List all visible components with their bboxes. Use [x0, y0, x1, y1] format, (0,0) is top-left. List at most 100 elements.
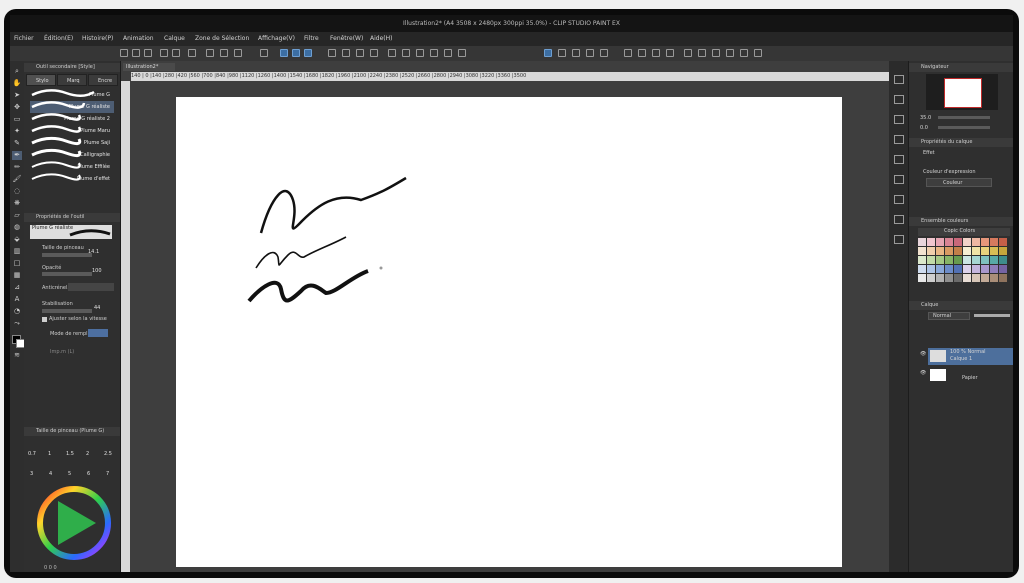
- menu-filtre[interactable]: Filtre: [304, 32, 319, 46]
- grid-icon[interactable]: [458, 49, 466, 57]
- brush-size-option[interactable]: 0.7: [28, 451, 36, 457]
- brush-size-option[interactable]: 2.5: [104, 451, 112, 457]
- canvas-paper[interactable]: [176, 97, 842, 567]
- menu-aide[interactable]: Aide(H): [370, 32, 392, 46]
- color-swatch[interactable]: [927, 238, 935, 246]
- balloon-tool-icon[interactable]: ◔: [12, 307, 22, 316]
- color-swatch[interactable]: [981, 256, 989, 264]
- color-swatch[interactable]: [972, 256, 980, 264]
- color-swatch[interactable]: [990, 247, 998, 255]
- color-swatch[interactable]: [945, 238, 953, 246]
- sub-view-2-icon[interactable]: [894, 195, 904, 204]
- deselect-icon[interactable]: [234, 49, 242, 57]
- layer-property-icon[interactable]: [698, 49, 706, 57]
- material-icon[interactable]: [894, 155, 904, 164]
- redo-icon[interactable]: [172, 49, 180, 57]
- undo-icon[interactable]: [160, 49, 168, 57]
- color-swatch[interactable]: [990, 238, 998, 246]
- color-set-dropdown[interactable]: Copic Colors: [918, 228, 1010, 236]
- blend-tool-icon[interactable]: ◍: [12, 223, 22, 232]
- color-swatch[interactable]: [945, 247, 953, 255]
- pen-icon[interactable]: [356, 49, 364, 57]
- color-swatch[interactable]: [954, 247, 962, 255]
- color-swatch[interactable]: [927, 265, 935, 273]
- brush-size-option[interactable]: 7: [106, 471, 109, 477]
- menu-edition[interactable]: Édition(E): [44, 32, 73, 46]
- color-swatch[interactable]: [999, 247, 1007, 255]
- color-swatch[interactable]: [972, 247, 980, 255]
- color-swatch[interactable]: [918, 238, 926, 246]
- brush-item[interactable]: Plume G: [30, 89, 114, 101]
- line-icon[interactable]: [558, 49, 566, 57]
- menu-fenetre[interactable]: Fenêtre(W): [330, 32, 363, 46]
- material-icon[interactable]: [666, 49, 674, 57]
- operation-tool-icon[interactable]: ➤: [12, 91, 22, 100]
- color-swatch[interactable]: [954, 265, 962, 273]
- color-swatch[interactable]: [990, 265, 998, 273]
- color-swatch[interactable]: [936, 274, 944, 282]
- snap-special-ruler-icon[interactable]: [292, 49, 300, 57]
- hand-tool-icon[interactable]: ✋: [12, 79, 22, 88]
- timeline-icon[interactable]: [894, 235, 904, 244]
- eyedropper-tool-icon[interactable]: ✎: [12, 139, 22, 148]
- auto-action-icon[interactable]: [894, 175, 904, 184]
- visibility-eye-icon[interactable]: 👁: [920, 351, 926, 357]
- color-swatch[interactable]: [963, 247, 971, 255]
- menu-histoire[interactable]: Histoire(P): [82, 32, 113, 46]
- brush-size-option[interactable]: 1: [48, 451, 51, 457]
- opacity-value[interactable]: 100: [92, 268, 102, 274]
- settings-icon[interactable]: [754, 49, 762, 57]
- brush-size-option[interactable]: 3: [30, 471, 33, 477]
- color-swatch[interactable]: [936, 247, 944, 255]
- brush-size-slider[interactable]: [42, 253, 92, 257]
- color-swatch[interactable]: [918, 274, 926, 282]
- blend-mode-dropdown[interactable]: Normal: [928, 312, 970, 320]
- antialias-options[interactable]: [68, 283, 114, 291]
- color-swatch[interactable]: [981, 238, 989, 246]
- color-swatch[interactable]: [990, 274, 998, 282]
- sub-view-icon[interactable]: [894, 95, 904, 104]
- navigator-angle[interactable]: 0.0: [920, 125, 928, 131]
- lasso-icon[interactable]: [416, 49, 424, 57]
- pen-tool-icon[interactable]: ✒: [12, 151, 22, 160]
- search-layer-icon[interactable]: [894, 215, 904, 224]
- frame-tool-icon[interactable]: ▦: [12, 271, 22, 280]
- eraser-icon[interactable]: [388, 49, 396, 57]
- auto-select-tool-icon[interactable]: ✦: [12, 127, 22, 136]
- tab-encre[interactable]: Encre: [88, 74, 118, 86]
- brush-size-option[interactable]: 1.5: [66, 451, 74, 457]
- stabilization-value[interactable]: 44: [94, 305, 100, 311]
- ruler-tool-icon[interactable]: ⊿: [12, 283, 22, 292]
- color-swatch[interactable]: [954, 238, 962, 246]
- color-swatch[interactable]: [981, 274, 989, 282]
- snap-ruler-icon[interactable]: [280, 49, 288, 57]
- new-file-icon[interactable]: [120, 49, 128, 57]
- color-swatch[interactable]: [963, 238, 971, 246]
- fill-icon[interactable]: [220, 49, 228, 57]
- brush-item[interactable]: Plume G réaliste: [30, 101, 114, 113]
- color-wheel[interactable]: [34, 483, 114, 563]
- history-icon[interactable]: [894, 135, 904, 144]
- visibility-eye-icon[interactable]: 👁: [920, 370, 926, 376]
- gradient-tool-icon[interactable]: ▥: [12, 247, 22, 256]
- color-swatch[interactable]: [918, 247, 926, 255]
- zoom-tool-icon[interactable]: ⌕: [12, 67, 22, 76]
- color-swatch[interactable]: [954, 274, 962, 282]
- selection-tool-icon[interactable]: ▭: [12, 115, 22, 124]
- color-swatch[interactable]: [945, 265, 953, 273]
- color-swatch[interactable]: [918, 256, 926, 264]
- layer-row-papier[interactable]: Papier: [928, 367, 1013, 384]
- menu-animation[interactable]: Animation: [123, 32, 154, 46]
- open-file-icon[interactable]: [132, 49, 140, 57]
- snap-grid-icon[interactable]: [304, 49, 312, 57]
- opacity-slider[interactable]: [42, 272, 92, 276]
- color-swatch[interactable]: [963, 256, 971, 264]
- tab-stylo[interactable]: Stylo: [26, 74, 56, 86]
- layer-row-calque1[interactable]: 100 % Normal Calque 1: [928, 348, 1013, 365]
- transparent-color-icon[interactable]: ≋: [12, 351, 22, 360]
- menu-affichage[interactable]: Affichage(V): [258, 32, 295, 46]
- color-swatch[interactable]: [999, 274, 1007, 282]
- brush-item[interactable]: Plume G réaliste 2: [30, 113, 114, 125]
- color-swatch[interactable]: [927, 274, 935, 282]
- curve-icon[interactable]: [572, 49, 580, 57]
